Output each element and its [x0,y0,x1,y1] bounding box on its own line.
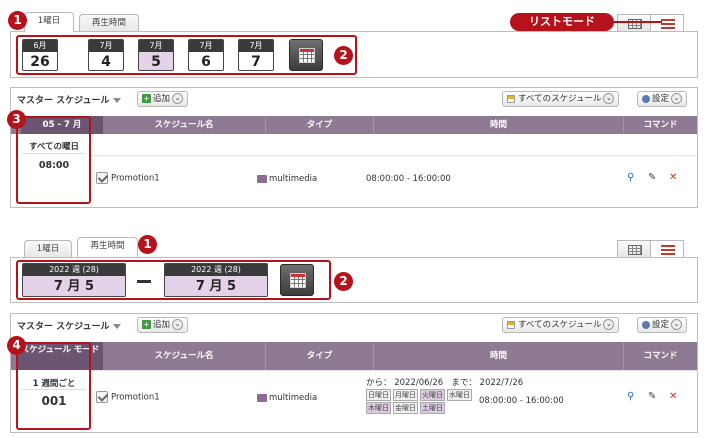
day-tag-wednesday: 水曜日 [447,389,472,401]
annotation-badge-1b: 1 [138,235,157,254]
master-schedule-label: マスター スケジュール [17,322,110,332]
schedule-name-cell[interactable]: Promotion1 [96,172,160,184]
schedule-name-cell[interactable]: Promotion1 [96,391,160,403]
column-header-type: タイプ [266,116,374,134]
chevron-down-icon: ⌄ [172,93,184,104]
type-cell: multimedia [257,174,317,184]
add-button[interactable]: + 追加 ⌄ [137,317,189,333]
chevron-down-icon [112,98,121,103]
from-label: から： [366,378,392,388]
search-icon[interactable]: ⚲ [627,391,634,402]
time-cell: 08:00:00 - 16:00:00 [479,396,564,406]
table-header: スケジュール モード スケジュール名 タイプ 時間 コマンド [11,342,697,370]
day-tag-saturday: 土曜日 [420,402,445,414]
edit-icon[interactable]: ✎ [648,391,656,402]
plus-icon: + [142,94,151,103]
search-icon[interactable]: ⚲ [627,172,634,183]
day-tag-sunday: 日曜日 [366,389,391,401]
chevron-down-icon [112,324,121,329]
settings-label: 設定 [652,94,670,104]
master-schedule-label: マスター スケジュール [17,96,110,106]
annotation-badge-1: 1 [8,11,27,30]
settings-button[interactable]: 設定 ⌄ [637,91,688,107]
chevron-down-icon: ⌄ [603,93,615,104]
tab-playback-time[interactable]: 再生時間 [77,237,138,257]
column-header-command: コマンド [643,351,678,361]
type-cell: multimedia [257,393,317,403]
tab-playback-time[interactable]: 再生時間 [79,14,139,32]
list-icon [661,245,675,255]
add-label: 追加 [153,94,171,104]
schedule-name: Promotion1 [111,392,160,403]
day-tag-friday: 金曜日 [393,402,418,414]
chevron-down-icon: ⌄ [603,319,615,330]
calendar-grid-icon [628,245,642,255]
tab-day[interactable]: 1曜日 [24,12,74,32]
multimedia-icon [257,174,267,183]
chevron-down-icon: ⌄ [671,93,683,104]
annotation-box-2 [16,35,357,75]
to-label: まで： [451,378,477,388]
checkbox[interactable] [96,172,108,184]
column-header-time: 時間 [374,342,624,370]
delete-icon[interactable]: ✕ [669,391,677,402]
multimedia-icon [257,393,267,402]
all-schedules-label: すべてのスケジュール [518,320,602,330]
schedule-name: Promotion1 [111,173,160,184]
master-schedule-dropdown[interactable]: マスター スケジュール [17,93,121,106]
list-mode-pointer [612,21,662,23]
add-button[interactable]: + 追加 ⌄ [137,91,189,107]
master-schedule-dropdown[interactable]: マスター スケジュール [17,319,121,332]
calendar-view-toggle[interactable] [617,240,651,258]
column-header-type: タイプ [266,342,374,370]
annotation-badge-3: 3 [7,110,26,129]
type-label: multimedia [269,174,318,184]
date-range-text: から： 2022/06/26 まで： 2022/7/26 [366,376,523,388]
day-tag-thursday: 木曜日 [366,402,391,414]
settings-button[interactable]: 設定 ⌄ [637,317,688,333]
schedule-icon [507,94,515,103]
gear-icon [642,320,650,329]
column-header-schedule-name: スケジュール名 [103,342,266,370]
checkbox[interactable] [96,391,108,403]
delete-icon[interactable]: ✕ [669,172,677,183]
annotation-badge-2b: 2 [334,272,353,291]
list-icon [661,19,675,29]
calendar-view-toggle[interactable] [617,14,651,32]
list-view-toggle[interactable] [650,14,684,32]
column-header-schedule-name: スケジュール名 [103,116,266,134]
day-tag-tuesday: 火曜日 [420,389,445,401]
annotation-badge-2: 2 [334,46,353,65]
chevron-down-icon: ⌄ [172,319,184,330]
column-header-time: 時間 [374,116,624,134]
table-header: 05 - 7 月 スケジュール名 タイプ 時間 コマンド [11,116,697,134]
list-view-toggle[interactable] [650,240,684,258]
all-schedules-dropdown[interactable]: すべてのスケジュール ⌄ [502,91,620,107]
all-schedules-dropdown[interactable]: すべてのスケジュール ⌄ [502,317,620,333]
type-label: multimedia [269,393,318,403]
chevron-down-icon: ⌄ [671,319,683,330]
edit-icon[interactable]: ✎ [648,172,656,183]
annotation-badge-4: 4 [7,336,26,355]
schedule-icon [507,320,515,329]
annotation-box-3 [16,116,91,204]
settings-label: 設定 [652,320,670,330]
to-date: 2022/7/26 [479,378,524,388]
plus-icon: + [142,320,151,329]
gear-icon [642,94,650,103]
annotation-box-4 [16,342,91,430]
add-label: 追加 [153,320,171,330]
annotation-box-2b [16,260,331,300]
tab-day[interactable]: 1曜日 [24,240,72,258]
list-mode-label: リストモード [510,13,614,31]
column-header-command: コマンド [643,120,678,130]
time-cell: 08:00:00 - 16:00:00 [366,174,451,184]
all-schedules-label: すべてのスケジュール [518,94,602,104]
day-tag-monday: 月曜日 [393,389,418,401]
from-date: 2022/06/26 [394,378,444,388]
